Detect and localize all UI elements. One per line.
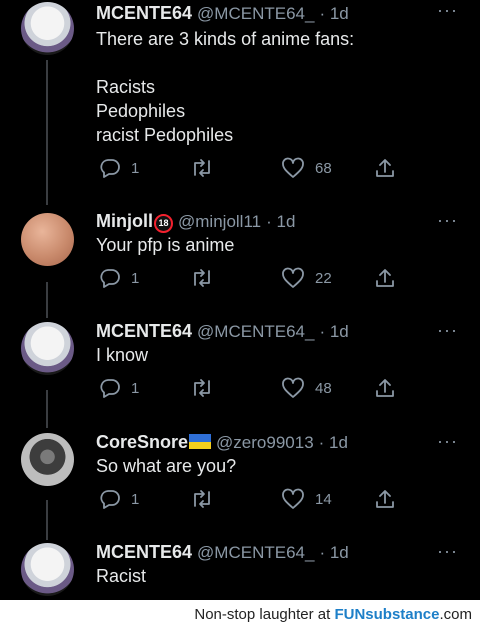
reply-button[interactable]: 1 [99,266,139,290]
display-name[interactable]: MCENTE64 [96,321,192,341]
tweet-text: There are 3 kinds of anime fans: Racists… [96,29,355,145]
age-badge: 18 [154,214,173,233]
share-icon [376,269,394,287]
display-name[interactable]: MCENTE64 [96,542,192,562]
like-button[interactable]: 14 [281,487,332,511]
like-count: 14 [315,490,332,508]
avatar[interactable] [21,543,74,596]
retweet-icon [194,269,210,287]
like-button[interactable]: 22 [281,266,332,290]
like-button[interactable]: 48 [281,376,332,400]
user-handle[interactable]: @MCENTE64_ [197,543,314,562]
reply-count: 1 [131,490,140,508]
display-name[interactable]: MCENTE64 [96,3,192,23]
tweet[interactable]: MCENTE64 @MCENTE64_ · 1d ··· Racist [0,541,480,600]
reply-count: 1 [131,159,140,177]
display-name[interactable]: CoreSnore [96,432,188,452]
like-count: 48 [315,379,332,397]
timestamp[interactable]: · 1d [319,4,348,23]
reply-count: 1 [131,269,140,287]
user-handle[interactable]: @zero99013 [216,433,314,452]
more-icon[interactable]: ··· [437,0,458,21]
tweet-text: Racist [96,566,147,586]
retweet-icon [194,490,210,508]
retweet-button[interactable] [190,156,214,180]
tweet-text: So what are you? [96,456,237,476]
share-icon [376,159,394,177]
retweet-button[interactable] [190,266,214,290]
footer-domain: .com [439,606,472,623]
more-icon[interactable]: ··· [437,541,458,562]
avatar[interactable] [21,433,74,486]
user-handle[interactable]: @MCENTE64_ [197,4,314,23]
like-count: 22 [315,269,332,287]
tweet[interactable]: Minjoll 18 @minjoll11 · 1d ··· Your pfp i… [0,210,480,310]
reply-count: 1 [131,379,140,397]
avatar[interactable] [21,322,74,375]
timestamp[interactable]: · 1d [319,433,348,452]
display-name[interactable]: Minjoll [96,211,153,231]
reply-button[interactable]: 1 [99,376,139,400]
footer-text: Non-stop laughter at [194,606,335,623]
tweet[interactable]: MCENTE64 @MCENTE64_ · 1d ··· I know 1 48 [0,320,480,420]
ukraine-flag-icon [189,434,212,449]
retweet-button[interactable] [190,487,214,511]
timestamp[interactable]: · 1d [319,543,348,562]
user-handle[interactable]: @minjoll11 [178,212,261,231]
timestamp[interactable]: · 1d [266,212,295,231]
retweet-button[interactable] [190,376,214,400]
tweet[interactable]: CoreSnore @zero99013 · 1d ··· So what ar… [0,431,480,531]
share-icon [376,490,394,508]
share-button[interactable] [374,266,396,290]
reply-button[interactable]: 1 [99,487,139,511]
tweet-text: Your pfp is anime [96,235,235,255]
more-icon[interactable]: ··· [437,210,458,231]
like-count: 68 [315,159,332,177]
avatar[interactable] [21,213,74,266]
heart-icon [282,157,304,178]
share-button[interactable] [374,487,396,511]
more-icon[interactable]: ··· [437,431,458,452]
like-button[interactable]: 68 [281,156,332,180]
share-button[interactable] [374,376,396,400]
heart-icon [282,267,304,288]
reply-icon [100,490,120,509]
heart-icon [282,377,304,398]
avatar[interactable] [21,2,74,55]
reply-icon [100,159,120,178]
heart-icon [282,488,304,509]
retweet-icon [194,159,210,177]
share-icon [376,379,394,397]
tweet[interactable]: MCENTE64 @MCENTE64_ · 1d ··· There are 3… [0,0,480,200]
retweet-icon [194,379,210,397]
more-icon[interactable]: ··· [437,320,458,341]
tweet-text: I know [96,345,149,365]
reply-icon [100,379,120,398]
watermark-footer: Non-stop laughter at FUNsubstance.com [0,600,480,630]
reply-icon [100,269,120,288]
reply-button[interactable]: 1 [99,156,139,180]
footer-brand[interactable]: FUNsubstance [334,606,439,623]
share-button[interactable] [374,156,396,180]
user-handle[interactable]: @MCENTE64_ [197,322,314,341]
timestamp[interactable]: · 1d [319,322,348,341]
